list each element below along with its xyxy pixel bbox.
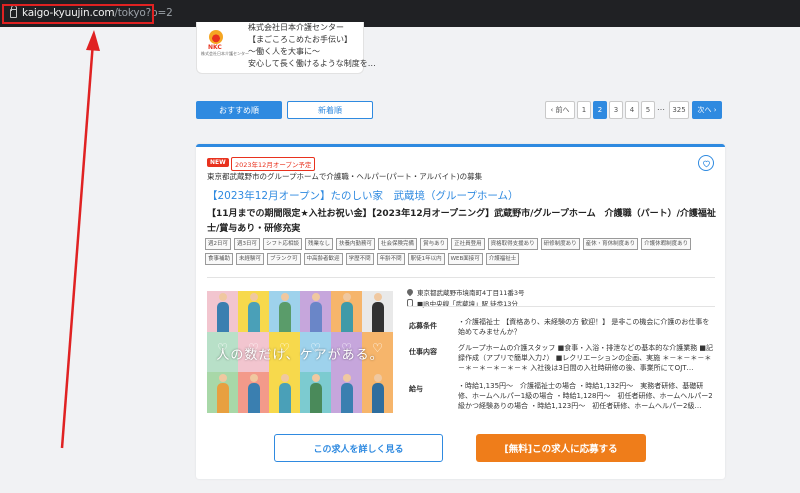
annotation-arrow-icon [60, 30, 100, 449]
